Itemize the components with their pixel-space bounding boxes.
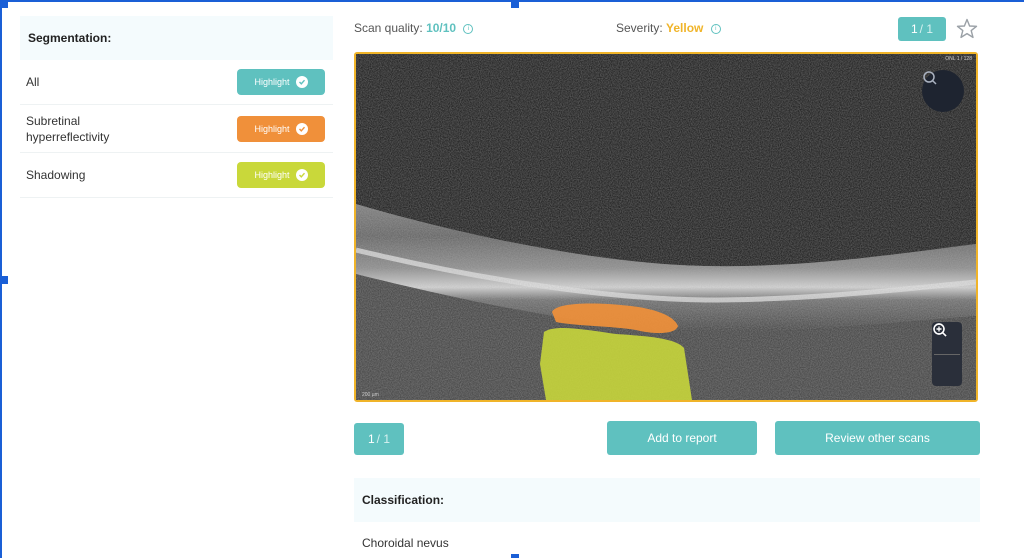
scale-bar-label: 200 µm xyxy=(362,392,379,398)
star-icon[interactable] xyxy=(955,17,979,41)
segmentation-row-subretinal: Subretinal hyperreflectivity Highlight xyxy=(20,105,333,153)
highlight-button-label: Highlight xyxy=(254,123,290,134)
highlight-button-label: Highlight xyxy=(254,170,290,180)
scan-quality-value: 10/10 xyxy=(426,21,457,35)
segmentation-label: Shadowing xyxy=(26,168,86,182)
pager-current: 1 xyxy=(367,432,375,446)
severity-label: Severity: xyxy=(616,21,663,35)
oct-scan-image xyxy=(356,54,976,400)
resize-handle-left[interactable] xyxy=(0,276,8,284)
scan-quality-label: Scan quality: xyxy=(354,21,423,35)
segmentation-title: Segmentation: xyxy=(20,16,333,60)
pager-total: / 1 xyxy=(376,432,391,446)
classification-value: Choroidal nevus xyxy=(362,536,449,550)
highlight-subretinal-button[interactable]: Highlight xyxy=(237,115,325,142)
segmentation-label: All xyxy=(26,75,40,89)
highlight-all-button[interactable]: Highlight xyxy=(237,69,325,95)
scan-pager-bottom[interactable]: 1 / 1 xyxy=(354,423,404,455)
resize-handle-bottom[interactable] xyxy=(511,554,519,558)
search-icon[interactable] xyxy=(922,70,964,112)
review-other-scans-button[interactable]: Review other scans xyxy=(775,421,980,455)
segmentation-row-shadowing: Shadowing Highlight xyxy=(20,153,333,198)
zoom-controls xyxy=(932,322,962,386)
pager-current: 1 xyxy=(910,22,918,36)
highlight-button-label: Highlight xyxy=(254,77,290,87)
segmentation-panel: Segmentation: All Highlight Subretinal h… xyxy=(20,16,333,556)
add-to-report-button[interactable]: Add to report xyxy=(607,421,757,455)
segmentation-row-all: All Highlight xyxy=(20,60,333,105)
zoom-divider xyxy=(934,353,960,355)
severity-value: Yellow xyxy=(666,21,704,35)
oct-scan-viewer[interactable]: ONL 1 / 128 200 µm xyxy=(354,52,978,402)
scan-corner-label: ONL 1 / 128 xyxy=(945,56,972,62)
resize-handle-top[interactable] xyxy=(511,0,519,8)
info-icon[interactable]: i xyxy=(463,23,474,34)
scan-quality: Scan quality: 10/10 i xyxy=(354,21,474,35)
info-icon[interactable]: i xyxy=(710,23,721,34)
resize-handle-tl[interactable] xyxy=(0,0,8,8)
check-icon xyxy=(295,122,308,135)
segmentation-label: Subretinal hyperreflectivity xyxy=(26,113,110,144)
check-icon xyxy=(295,76,308,88)
scan-pager-top[interactable]: 1 / 1 xyxy=(898,17,946,41)
classification-title: Classification: xyxy=(354,478,980,522)
check-icon xyxy=(295,169,308,181)
severity: Severity: Yellow i xyxy=(616,21,721,35)
highlight-shadowing-button[interactable]: Highlight xyxy=(237,162,325,188)
pager-total: / 1 xyxy=(919,22,934,36)
